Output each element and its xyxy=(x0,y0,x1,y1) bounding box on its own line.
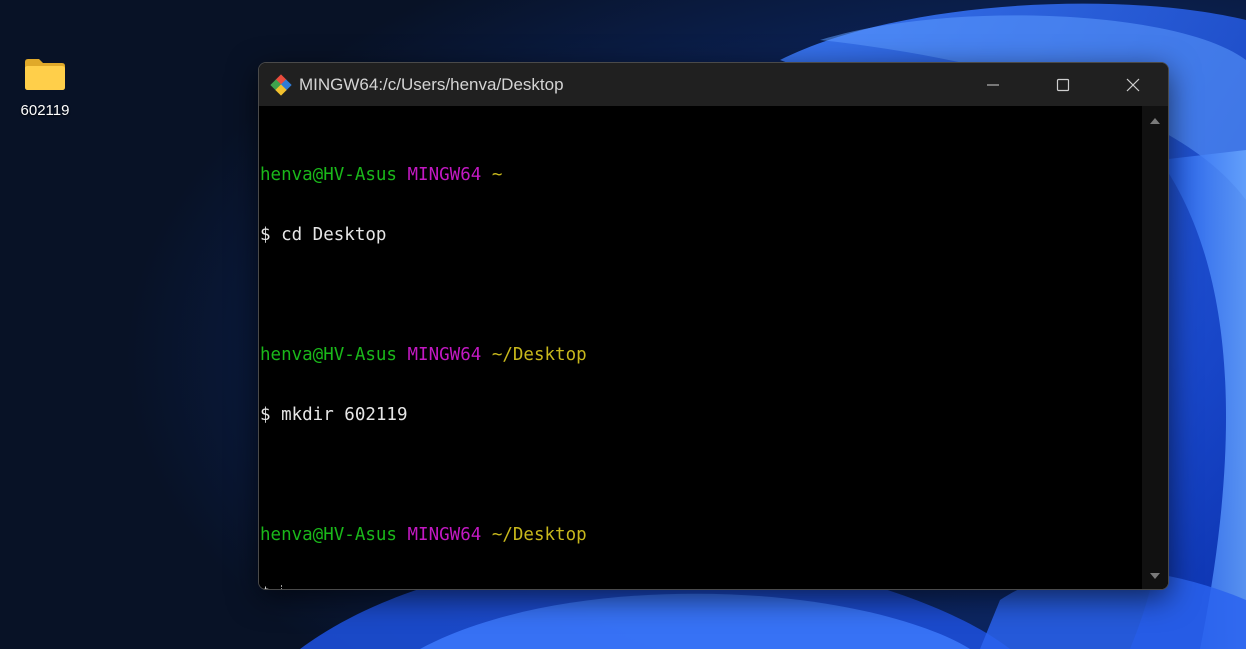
scroll-down-arrow-icon[interactable] xyxy=(1149,571,1161,581)
maximize-button[interactable] xyxy=(1028,63,1098,106)
terminal-window[interactable]: MINGW64:/c/Users/henva/Desktop henva@HV-… xyxy=(258,62,1169,590)
prompt-user-host: henva@HV-Asus xyxy=(260,165,397,185)
command-line: $ cd Desktop xyxy=(260,225,387,245)
close-button[interactable] xyxy=(1098,63,1168,106)
title-bar[interactable]: MINGW64:/c/Users/henva/Desktop xyxy=(259,63,1168,106)
prompt-line: henva@HV-Asus MINGW64 ~/Desktop xyxy=(260,345,587,365)
prompt-shell: MINGW64 xyxy=(407,165,482,185)
minimize-button[interactable] xyxy=(958,63,1028,106)
maximize-icon xyxy=(1056,78,1070,91)
folder-icon xyxy=(25,59,65,90)
prompt-user-host: henva@HV-Asus xyxy=(260,525,397,545)
input-line[interactable]: $ xyxy=(260,585,587,589)
minimize-icon xyxy=(987,84,999,85)
prompt-path: ~/Desktop xyxy=(491,525,587,545)
desktop-icon-label: 602119 xyxy=(20,102,70,119)
command-line: $ mkdir 602119 xyxy=(260,405,408,425)
scroll-up-arrow-icon[interactable] xyxy=(1149,116,1161,126)
prompt-line: henva@HV-Asus MINGW64 ~/Desktop xyxy=(260,525,587,545)
window-title: MINGW64:/c/Users/henva/Desktop xyxy=(299,74,564,94)
text-cursor xyxy=(280,585,283,589)
prompt-user-host: henva@HV-Asus xyxy=(260,345,397,365)
prompt-shell: MINGW64 xyxy=(407,345,482,365)
git-icon xyxy=(270,73,292,96)
prompt-line: henva@HV-Asus MINGW64 ~ xyxy=(260,165,587,185)
prompt-shell: MINGW64 xyxy=(407,525,482,545)
vertical-scrollbar[interactable] xyxy=(1142,106,1168,589)
desktop-folder-602119[interactable]: 602119 xyxy=(8,52,82,132)
terminal-output[interactable]: henva@HV-Asus MINGW64 ~ $ cd Desktop hen… xyxy=(259,106,1142,589)
prompt-path: ~/Desktop xyxy=(491,345,587,365)
close-icon xyxy=(1126,78,1140,91)
prompt-path: ~ xyxy=(491,165,503,185)
